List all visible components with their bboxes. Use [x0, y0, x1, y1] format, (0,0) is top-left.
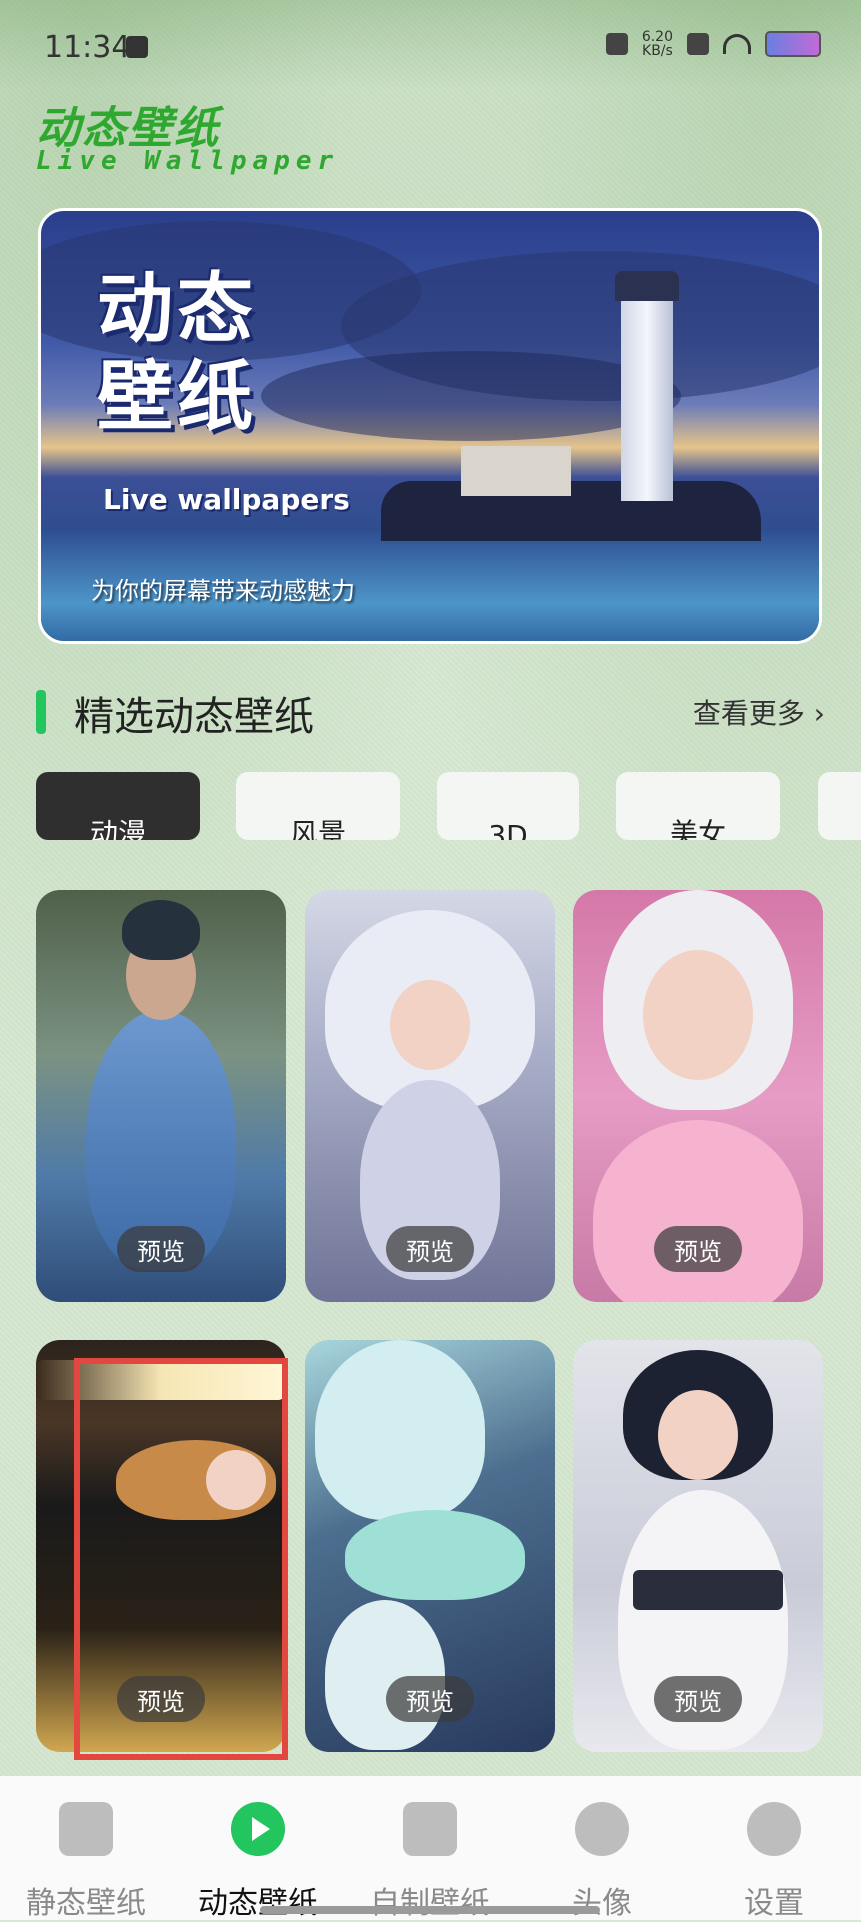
- face: [658, 1390, 738, 1480]
- tab-beauty[interactable]: 美女: [616, 772, 780, 840]
- nav-label: 静态壁纸: [26, 1886, 146, 1921]
- network-speed: 6.20 KB/s: [642, 30, 673, 58]
- nav-live-wallpaper[interactable]: 动态壁纸: [172, 1788, 344, 1922]
- tab-anime[interactable]: 动漫: [36, 772, 200, 840]
- status-time: 11:34: [44, 30, 131, 65]
- status-bar: 11:34 6.20 KB/s: [0, 0, 861, 100]
- section-accent-bar: [36, 690, 46, 734]
- tab-3d[interactable]: 3D: [437, 772, 579, 840]
- wallpaper-card[interactable]: 预览: [573, 1340, 823, 1752]
- nav-avatar[interactable]: 头像: [516, 1788, 688, 1922]
- notification-icon: [126, 36, 148, 58]
- preview-button[interactable]: 预览: [117, 1226, 205, 1272]
- app-logo-en: Live Wallpaper: [36, 146, 340, 176]
- wallpaper-card[interactable]: 预览: [305, 1340, 555, 1752]
- tab-label: 风景: [289, 817, 346, 840]
- wing: [325, 1600, 445, 1750]
- island: [381, 481, 761, 541]
- view-more-link[interactable]: 查看更多 ›: [693, 692, 825, 732]
- banner-title-line2: 壁纸: [97, 352, 257, 441]
- tab-more[interactable]: [818, 772, 861, 840]
- obi-belt: [633, 1570, 783, 1610]
- wallpaper-card[interactable]: 预览: [305, 890, 555, 1302]
- nav-label: 自制壁纸: [370, 1886, 490, 1921]
- tab-landscape[interactable]: 风景: [236, 772, 400, 840]
- tab-label: 美女: [669, 817, 726, 840]
- banner-subtitle: Live wallpapers: [103, 483, 350, 516]
- figure: [345, 1510, 525, 1600]
- lighthouse-lamp: [615, 271, 679, 301]
- face: [643, 950, 753, 1080]
- nav-static-wallpaper[interactable]: 静态壁纸: [0, 1788, 172, 1922]
- category-tabs: 动漫 风景 3D 美女: [36, 772, 861, 842]
- cloud-shape: [261, 351, 681, 441]
- tab-label: 动漫: [89, 817, 146, 840]
- banner-title-line1: 动态: [97, 264, 257, 353]
- sim-icon: [687, 33, 709, 55]
- preview-button[interactable]: 预览: [386, 1676, 474, 1722]
- wallpaper-card[interactable]: 预览: [36, 890, 286, 1302]
- status-icons: 6.20 KB/s: [605, 30, 821, 58]
- bottom-nav: 静态壁纸 动态壁纸 自制壁纸 头像 设置: [0, 1776, 861, 1922]
- hero-banner[interactable]: 动态 壁纸 Live wallpapers 为你的屏幕带来动感魅力: [38, 208, 822, 644]
- robe: [593, 1120, 803, 1302]
- network-speed-value: 6.20: [641, 29, 673, 45]
- cube-icon: [403, 1802, 457, 1856]
- network-speed-unit: KB/s: [642, 43, 673, 59]
- preview-button[interactable]: 预览: [386, 1226, 474, 1272]
- play-icon: [231, 1802, 285, 1856]
- user-icon: [575, 1802, 629, 1856]
- selection-highlight: [74, 1358, 288, 1760]
- tab-label: 3D: [488, 819, 528, 840]
- nav-label: 动态壁纸: [198, 1886, 318, 1921]
- nav-custom-wallpaper[interactable]: 自制壁纸: [344, 1788, 516, 1922]
- banner-tagline: 为你的屏幕带来动感魅力: [91, 577, 355, 605]
- preview-button[interactable]: 预览: [654, 1226, 742, 1272]
- nav-label: 头像: [572, 1886, 632, 1921]
- wallpaper-card[interactable]: 预览: [573, 890, 823, 1302]
- hair: [122, 900, 200, 960]
- preview-button[interactable]: 预览: [654, 1676, 742, 1722]
- mute-icon: [605, 33, 628, 55]
- wifi-icon: [723, 34, 751, 54]
- face: [390, 980, 470, 1070]
- wing: [315, 1340, 485, 1520]
- house: [461, 446, 571, 496]
- section-title: 精选动态壁纸: [74, 694, 314, 740]
- banner-title: 动态 壁纸: [97, 265, 257, 441]
- nav-label: 设置: [744, 1886, 804, 1921]
- home-indicator: [260, 1906, 600, 1914]
- lighthouse-image: [621, 281, 673, 501]
- battery-icon: [765, 31, 821, 57]
- gear-icon: [747, 1802, 801, 1856]
- nav-settings[interactable]: 设置: [688, 1788, 860, 1922]
- image-icon: [59, 1802, 113, 1856]
